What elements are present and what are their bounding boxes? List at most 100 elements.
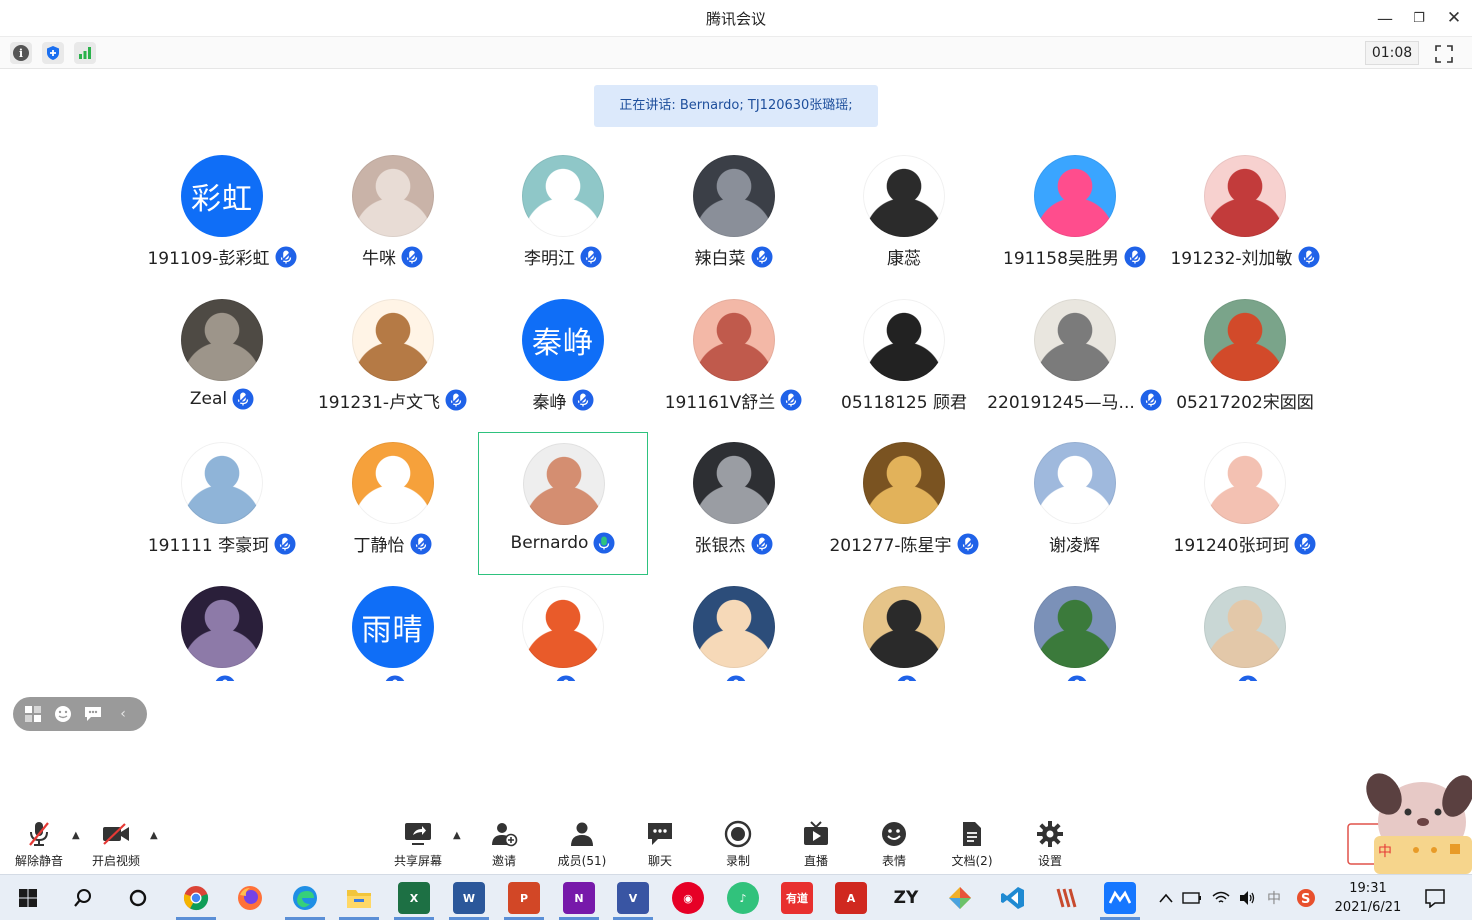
layout-grid-icon[interactable] (23, 704, 43, 724)
taskbar-onenote-icon[interactable]: N (563, 882, 595, 914)
share-options-caret[interactable]: ▲ (453, 830, 461, 841)
chat-bubble-icon[interactable] (83, 704, 103, 724)
taskbar-excel-icon[interactable]: X (398, 882, 430, 914)
participant-tile[interactable]: 雨晴 (308, 576, 478, 681)
battery-icon[interactable] (1180, 882, 1204, 914)
taskbar-visio-icon[interactable]: V (617, 882, 649, 914)
avatar (522, 155, 604, 237)
mic-muted-icon (1124, 246, 1146, 267)
taskbar-youdao-icon[interactable]: 有道 (781, 882, 813, 914)
taskbar-qq-music-icon[interactable]: ♪ (727, 882, 759, 914)
participant-tile[interactable] (478, 576, 648, 681)
taskbar-firefox-icon[interactable] (234, 882, 266, 914)
restore-icon[interactable]: ❐ (1407, 6, 1431, 30)
taskbar-file-explorer-icon[interactable] (343, 882, 375, 914)
participant-name-line: 05118125 顾君 (819, 388, 989, 413)
participant-name-line (990, 675, 1160, 681)
participant-tile[interactable]: 191240张珂珂 (1160, 432, 1330, 575)
participant-tile[interactable]: 191231-卢文飞 (308, 289, 478, 432)
start-video-button[interactable]: 开启视频 (77, 820, 155, 870)
participant-tile[interactable]: Zeal (137, 289, 307, 432)
participant-name: 220191245—马... (987, 392, 1135, 413)
emoji-icon[interactable] (53, 704, 73, 724)
notification-center-icon[interactable] (1423, 882, 1447, 914)
title-bar: 腾讯会议 — ❐ ✕ (0, 0, 1472, 36)
participant-tile[interactable]: 康蕊 (819, 145, 989, 288)
participant-tile[interactable]: 201277-陈星宇 (819, 432, 989, 575)
taskbar-chrome-icon[interactable] (180, 882, 212, 914)
taskbar-netease-music-icon[interactable]: ◉ (672, 882, 704, 914)
mic-muted-icon (780, 389, 802, 411)
record-button[interactable]: 录制 (699, 820, 777, 870)
participant-name: 张银杰 (694, 536, 746, 556)
participant-tile[interactable] (990, 576, 1160, 681)
taskbar-acrobat-icon[interactable]: A (835, 882, 867, 914)
chat-button[interactable]: 聊天 (621, 820, 699, 870)
volume-icon[interactable] (1235, 882, 1259, 914)
participant-tile[interactable] (1160, 576, 1330, 681)
taskbar-windows-start-icon[interactable] (12, 882, 44, 914)
taskbar-vscode-icon[interactable] (997, 882, 1029, 914)
participant-name-line: 谢凌辉 (990, 531, 1160, 556)
collapse-chevron-icon[interactable]: ‹ (113, 704, 133, 724)
participant-tile[interactable]: 谢凌辉 (990, 432, 1160, 575)
taskbar-word-icon[interactable]: W (453, 882, 485, 914)
taskbar-cortana-icon[interactable] (122, 882, 154, 914)
participant-tile[interactable]: 191232-刘加敏 (1160, 145, 1330, 288)
participant-tile[interactable]: 丁静怡 (308, 432, 478, 575)
taskbar-sketch-icon[interactable] (944, 882, 976, 914)
close-icon[interactable]: ✕ (1442, 6, 1466, 30)
participant-tile[interactable]: 220191245—马... (987, 289, 1162, 432)
participant-tile[interactable]: 辣白菜 (649, 145, 819, 288)
show-hidden-icons-chevron-icon[interactable] (1154, 882, 1178, 914)
unmute-button[interactable]: 解除静音 (0, 820, 78, 870)
minimize-icon[interactable]: — (1373, 6, 1397, 30)
desktop-pet-widget[interactable]: 中 (1346, 770, 1472, 874)
members-button[interactable]: 成员(51) (543, 820, 621, 870)
participant-tile[interactable]: 191111 李豪珂 (137, 432, 307, 575)
participant-tile[interactable]: 05118125 顾君 (819, 289, 989, 432)
reactions-button[interactable]: 表情 (855, 820, 933, 870)
participant-tile[interactable]: 彩虹 191109-彭彩虹 (137, 145, 307, 288)
taskbar-zy-icon[interactable]: ZY (890, 882, 922, 914)
avatar (863, 298, 945, 381)
taskbar-search-icon[interactable] (67, 882, 99, 914)
fullscreen-icon[interactable] (1433, 43, 1455, 65)
system-clock[interactable]: 19:31 2021/6/21 (1330, 879, 1406, 917)
participant-tile[interactable]: 张银杰 (649, 432, 819, 575)
info-icon[interactable]: i (10, 42, 32, 64)
participant-tile[interactable]: 191158吴胜男 (990, 145, 1160, 288)
taskbar-powerpoint-icon[interactable]: P (508, 882, 540, 914)
video-options-caret[interactable]: ▲ (150, 830, 158, 841)
settings-button[interactable]: 设置 (1011, 820, 1089, 870)
mic-muted-icon (556, 675, 575, 681)
participant-tile[interactable] (137, 576, 307, 681)
participant-name-line: 191231-卢文飞 (308, 388, 478, 413)
avatar (1204, 155, 1286, 237)
participant-name-line: 201277-陈星宇 (819, 531, 989, 556)
participant-tile[interactable] (819, 576, 989, 681)
avatar (522, 585, 604, 668)
taskbar-edge-icon[interactable] (289, 882, 321, 914)
ime-indicator[interactable]: 中 (1262, 882, 1286, 914)
security-shield-icon[interactable] (42, 42, 64, 64)
share-screen-button[interactable]: 共享屏幕 (379, 820, 457, 870)
documents-button[interactable]: 文档(2) (933, 820, 1011, 870)
participant-tile[interactable]: 秦峥 秦峥 (478, 289, 648, 432)
avatar (863, 155, 945, 237)
sogou-input-icon[interactable]: S (1294, 882, 1318, 914)
live-button[interactable]: 直播 (777, 820, 855, 870)
taskbar-wps-icon[interactable] (1052, 882, 1084, 914)
participant-tile[interactable]: Bernardo (478, 432, 648, 575)
wifi-icon[interactable] (1209, 882, 1233, 914)
invite-button[interactable]: 邀请 (465, 820, 543, 870)
participant-name: 191109-彭彩虹 (147, 249, 270, 269)
participant-tile[interactable] (649, 576, 819, 681)
taskbar-tencent-meeting-icon[interactable] (1104, 882, 1136, 914)
network-signal-icon[interactable] (74, 42, 96, 64)
participant-tile[interactable]: 牛咪 (308, 145, 478, 288)
participant-tile[interactable]: 李明江 (478, 145, 648, 288)
avatar (863, 585, 945, 668)
participant-tile[interactable]: 05217202宋囡囡 (1160, 289, 1330, 432)
participant-tile[interactable]: 191161V舒兰 (649, 289, 819, 432)
